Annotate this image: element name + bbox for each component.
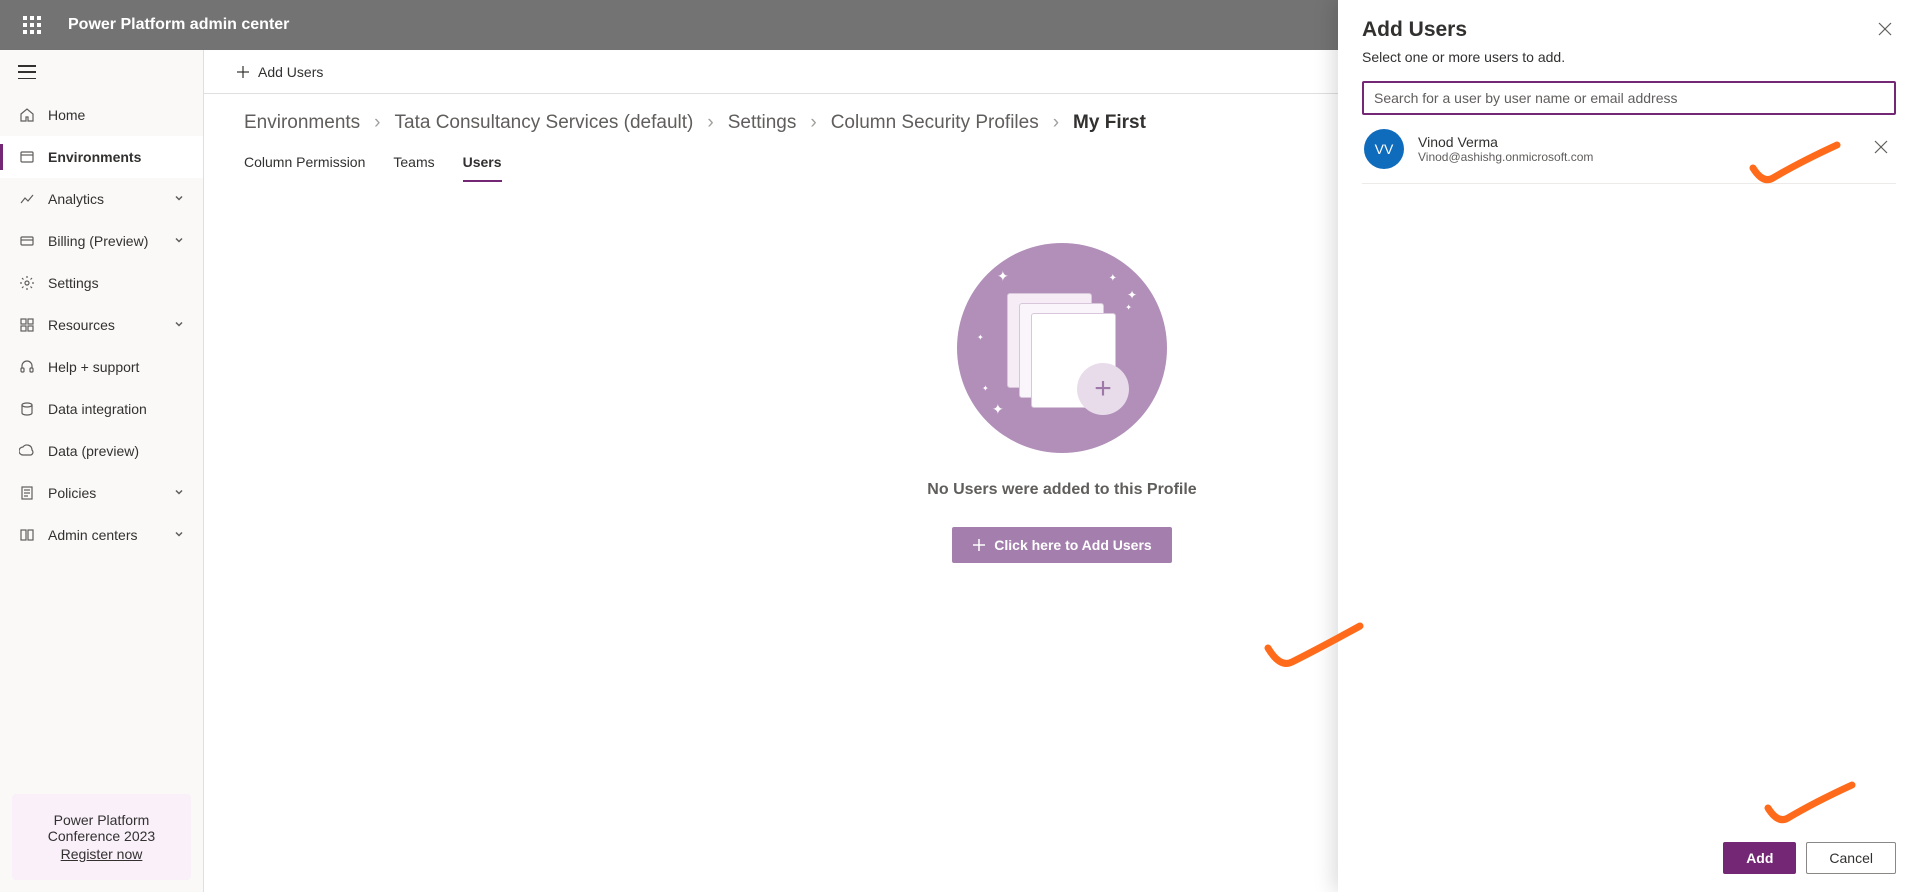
environments-icon [18, 148, 36, 166]
promo-link[interactable]: Register now [61, 846, 143, 862]
chevron-down-icon [173, 191, 185, 207]
empty-state-text: No Users were added to this Profile [927, 481, 1196, 499]
user-name: Vinod Verma [1418, 134, 1868, 150]
sidebar-item-home[interactable]: Home [0, 94, 203, 136]
avatar: VV [1364, 129, 1404, 169]
sidebar-item-label: Resources [48, 317, 173, 333]
sidebar-item-label: Data (preview) [48, 443, 185, 459]
chevron-right-icon: › [374, 112, 380, 134]
admin-centers-icon [18, 526, 36, 544]
promo-card: Power Platform Conference 2023 Register … [12, 794, 191, 880]
plus-icon [236, 65, 250, 79]
home-icon [18, 106, 36, 124]
app-title: Power Platform admin center [68, 16, 289, 34]
promo-line2: Conference 2023 [24, 828, 179, 844]
sidebar-item-label: Analytics [48, 191, 173, 207]
sidebar-item-analytics[interactable]: Analytics [0, 178, 203, 220]
data-integration-icon [18, 400, 36, 418]
headset-icon [18, 358, 36, 376]
close-button[interactable] [1874, 18, 1896, 45]
breadcrumb-item-current: My First [1073, 112, 1146, 134]
user-search-input[interactable] [1362, 81, 1896, 115]
tab-column-permission[interactable]: Column Permission [244, 146, 365, 182]
sidebar-item-label: Policies [48, 485, 173, 501]
add-users-panel: Add Users Select one or more users to ad… [1338, 0, 1920, 892]
chevron-down-icon [173, 317, 185, 333]
tab-users[interactable]: Users [463, 146, 502, 182]
close-icon [1874, 140, 1888, 154]
policies-icon [18, 484, 36, 502]
analytics-icon [18, 190, 36, 208]
user-email: Vinod@ashishg.onmicrosoft.com [1418, 150, 1868, 164]
panel-subtitle: Select one or more users to add. [1362, 49, 1896, 65]
hamburger-button[interactable] [0, 50, 203, 94]
breadcrumb-item[interactable]: Environments [244, 112, 360, 134]
sidebar-item-resources[interactable]: Resources [0, 304, 203, 346]
sidebar-item-settings[interactable]: Settings [0, 262, 203, 304]
sidebar-item-environments[interactable]: Environments [0, 136, 203, 178]
panel-title: Add Users [1362, 18, 1467, 42]
billing-icon [18, 232, 36, 250]
sidebar-item-label: Help + support [48, 359, 185, 375]
chevron-right-icon: › [810, 112, 816, 134]
sidebar-item-label: Admin centers [48, 527, 173, 543]
add-users-command-label: Add Users [258, 64, 323, 80]
breadcrumb-item[interactable]: Tata Consultancy Services (default) [395, 112, 694, 134]
add-users-button[interactable]: Click here to Add Users [952, 527, 1171, 563]
sidebar: Home Environments Analytics Billing (Pre… [0, 50, 204, 892]
sidebar-item-dataintegration[interactable]: Data integration [0, 388, 203, 430]
data-preview-icon [18, 442, 36, 460]
sidebar-item-label: Billing (Preview) [48, 233, 173, 249]
chevron-down-icon [173, 485, 185, 501]
remove-user-button[interactable] [1868, 134, 1894, 165]
empty-illustration: ✦ ✦ ✦ ✦ ✦ ✦ ✦ + [957, 243, 1167, 453]
sidebar-item-billing[interactable]: Billing (Preview) [0, 220, 203, 262]
breadcrumb-item[interactable]: Settings [728, 112, 797, 134]
sidebar-item-help[interactable]: Help + support [0, 346, 203, 388]
chevron-down-icon [173, 233, 185, 249]
resources-icon [18, 316, 36, 334]
sidebar-item-label: Home [48, 107, 185, 123]
sidebar-item-label: Environments [48, 149, 185, 165]
close-icon [1878, 22, 1892, 36]
sidebar-item-label: Data integration [48, 401, 185, 417]
promo-line1: Power Platform [24, 812, 179, 828]
plus-icon [972, 538, 986, 552]
sidebar-item-datapreview[interactable]: Data (preview) [0, 430, 203, 472]
breadcrumb-item[interactable]: Column Security Profiles [831, 112, 1039, 134]
gear-icon [18, 274, 36, 292]
sidebar-item-admincenters[interactable]: Admin centers [0, 514, 203, 556]
add-users-command[interactable]: Add Users [216, 50, 335, 93]
tab-teams[interactable]: Teams [393, 146, 434, 182]
chevron-right-icon: › [707, 112, 713, 134]
cancel-button[interactable]: Cancel [1806, 842, 1896, 874]
add-button[interactable]: Add [1723, 842, 1796, 874]
add-users-button-label: Click here to Add Users [994, 537, 1151, 553]
plus-badge-icon: + [1077, 363, 1129, 415]
waffle-icon[interactable] [8, 1, 56, 49]
sidebar-item-label: Settings [48, 275, 185, 291]
chevron-down-icon [173, 527, 185, 543]
selected-user-row: VV Vinod Verma Vinod@ashishg.onmicrosoft… [1362, 115, 1896, 184]
sidebar-item-policies[interactable]: Policies [0, 472, 203, 514]
chevron-right-icon: › [1053, 112, 1059, 134]
